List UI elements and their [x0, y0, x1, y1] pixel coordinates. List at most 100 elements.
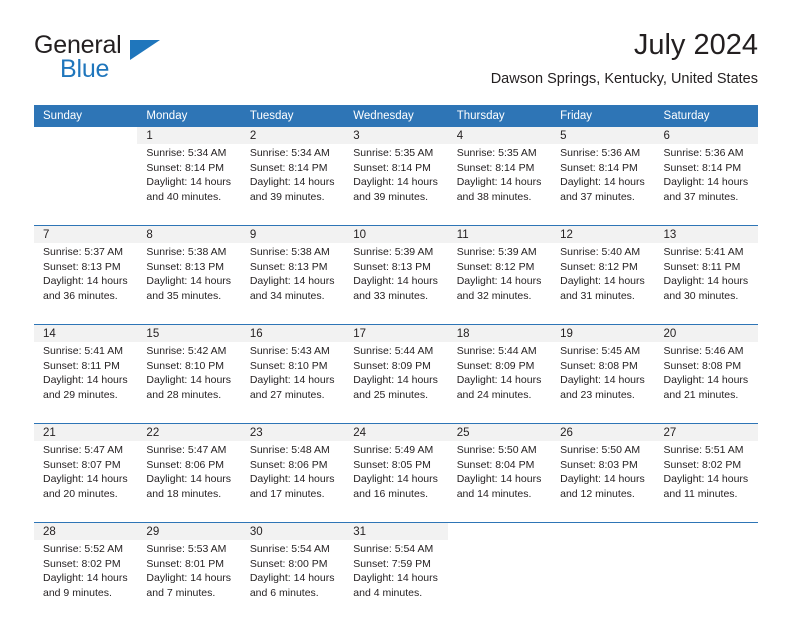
day-details-31[interactable]: Sunrise: 5:54 AM Sunset: 7:59 PM Daylight:…: [344, 540, 448, 610]
day-number-19[interactable]: 19: [551, 324, 655, 342]
week-daynumber-row: 7 8 9 10 11 12 13: [34, 225, 758, 243]
day-details-29[interactable]: Sunrise: 5:53 AM Sunset: 8:01 PM Daylight:…: [137, 540, 241, 610]
day-detail-line: Sunset: 8:01 PM: [146, 557, 225, 570]
weekday-header-thursday: Thursday: [447, 105, 552, 127]
day-number-11[interactable]: 11: [447, 225, 552, 243]
day-details-9[interactable]: Sunrise: 5:38 AM Sunset: 8:13 PM Daylight:…: [240, 243, 345, 313]
weekday-header-tuesday: Tuesday: [240, 105, 345, 127]
day-details-11[interactable]: Sunrise: 5:39 AM Sunset: 8:12 PM Daylight:…: [447, 243, 552, 313]
day-detail-line: Daylight: 14 hours: [146, 572, 232, 585]
day-number-30[interactable]: 30: [240, 522, 345, 540]
day-number-31[interactable]: 31: [344, 522, 448, 540]
day-detail-line: Daylight: 14 hours: [146, 374, 232, 387]
day-number-27[interactable]: 27: [654, 423, 758, 441]
day-details-22[interactable]: Sunrise: 5:47 AM Sunset: 8:06 PM Daylight:…: [137, 441, 241, 511]
day-detail-line: and 14 minutes.: [456, 487, 532, 500]
day-details-24[interactable]: Sunrise: 5:49 AM Sunset: 8:05 PM Daylight:…: [344, 441, 448, 511]
day-number-9[interactable]: 9: [240, 225, 345, 243]
day-details-8[interactable]: Sunrise: 5:38 AM Sunset: 8:13 PM Daylight:…: [137, 243, 241, 313]
day-details-20[interactable]: Sunrise: 5:46 AM Sunset: 8:08 PM Daylight:…: [654, 342, 758, 412]
day-number-1[interactable]: 1: [137, 127, 241, 144]
day-details-26[interactable]: Sunrise: 5:50 AM Sunset: 8:03 PM Daylight:…: [551, 441, 655, 511]
day-details-15[interactable]: Sunrise: 5:42 AM Sunset: 8:10 PM Daylight:…: [137, 342, 241, 412]
day-details-empty: [654, 540, 758, 610]
day-detail-line: and 21 minutes.: [663, 388, 739, 401]
day-number-8[interactable]: 8: [137, 225, 241, 243]
day-number-20[interactable]: 20: [654, 324, 758, 342]
day-detail-line: Daylight: 14 hours: [249, 473, 335, 486]
day-detail-line: Sunset: 8:00 PM: [249, 557, 328, 570]
day-number-16[interactable]: 16: [240, 324, 345, 342]
day-details-4[interactable]: Sunrise: 5:35 AM Sunset: 8:14 PM Daylight:…: [447, 144, 552, 214]
day-number-21[interactable]: 21: [34, 423, 138, 441]
day-number-13[interactable]: 13: [654, 225, 758, 243]
day-number-17[interactable]: 17: [344, 324, 448, 342]
day-number-6[interactable]: 6: [654, 127, 758, 144]
day-number-3[interactable]: 3: [344, 127, 448, 144]
day-detail-line: Sunset: 8:12 PM: [456, 260, 535, 273]
day-detail-line: Sunrise: 5:54 AM: [353, 543, 434, 555]
day-details-28[interactable]: Sunrise: 5:52 AM Sunset: 8:02 PM Daylight:…: [34, 540, 138, 610]
day-details-1[interactable]: Sunrise: 5:34 AM Sunset: 8:14 PM Daylight:…: [137, 144, 241, 214]
day-details-27[interactable]: Sunrise: 5:51 AM Sunset: 8:02 PM Daylight:…: [654, 441, 758, 511]
day-number-25[interactable]: 25: [447, 423, 552, 441]
day-details-18[interactable]: Sunrise: 5:44 AM Sunset: 8:09 PM Daylight:…: [447, 342, 552, 412]
day-detail-line: and 35 minutes.: [146, 289, 222, 302]
day-detail-line: Daylight: 14 hours: [560, 176, 645, 189]
day-number-5[interactable]: 5: [551, 127, 655, 144]
day-number-7[interactable]: 7: [34, 225, 138, 243]
day-detail-line: Sunrise: 5:36 AM: [560, 147, 641, 159]
day-number-empty: [34, 127, 138, 144]
day-details-7[interactable]: Sunrise: 5:37 AM Sunset: 8:13 PM Daylight:…: [34, 243, 138, 313]
day-detail-line: Sunrise: 5:43 AM: [249, 345, 330, 357]
day-details-30[interactable]: Sunrise: 5:54 AM Sunset: 8:00 PM Daylight:…: [240, 540, 345, 610]
day-detail-line: Daylight: 14 hours: [456, 275, 542, 288]
day-detail-line: Daylight: 14 hours: [560, 374, 645, 387]
day-detail-line: Sunset: 8:07 PM: [43, 458, 121, 471]
day-details-23[interactable]: Sunrise: 5:48 AM Sunset: 8:06 PM Daylight:…: [240, 441, 345, 511]
day-details-13[interactable]: Sunrise: 5:41 AM Sunset: 8:11 PM Daylight:…: [654, 243, 758, 313]
day-detail-line: Sunset: 8:02 PM: [43, 557, 121, 570]
day-details-21[interactable]: Sunrise: 5:47 AM Sunset: 8:07 PM Daylight:…: [34, 441, 138, 511]
weekday-header-sunday: Sunday: [34, 105, 138, 127]
day-detail-line: and 34 minutes.: [249, 289, 325, 302]
day-number-4[interactable]: 4: [447, 127, 552, 144]
day-number-14[interactable]: 14: [34, 324, 138, 342]
day-details-16[interactable]: Sunrise: 5:43 AM Sunset: 8:10 PM Daylight:…: [240, 342, 345, 412]
day-number-24[interactable]: 24: [344, 423, 448, 441]
day-details-3[interactable]: Sunrise: 5:35 AM Sunset: 8:14 PM Daylight:…: [344, 144, 448, 214]
day-number-18[interactable]: 18: [447, 324, 552, 342]
week-detail-row: Sunrise: 5:41 AM Sunset: 8:11 PM Daylight:…: [34, 342, 758, 412]
day-number-12[interactable]: 12: [551, 225, 655, 243]
day-number-26[interactable]: 26: [551, 423, 655, 441]
day-number-29[interactable]: 29: [137, 522, 241, 540]
day-detail-line: Daylight: 14 hours: [353, 176, 438, 189]
day-detail-line: and 31 minutes.: [560, 289, 635, 302]
day-details-25[interactable]: Sunrise: 5:50 AM Sunset: 8:04 PM Daylight:…: [447, 441, 552, 511]
day-number-15[interactable]: 15: [137, 324, 241, 342]
day-details-5[interactable]: Sunrise: 5:36 AM Sunset: 8:14 PM Daylight:…: [551, 144, 655, 214]
day-number-10[interactable]: 10: [344, 225, 448, 243]
day-details-10[interactable]: Sunrise: 5:39 AM Sunset: 8:13 PM Daylight:…: [344, 243, 448, 313]
day-number-28[interactable]: 28: [34, 522, 138, 540]
week-daynumber-row: 14 15 16 17 18 19 20: [34, 324, 758, 342]
day-number-23[interactable]: 23: [240, 423, 345, 441]
day-detail-line: Daylight: 14 hours: [249, 275, 335, 288]
day-detail-line: and 29 minutes.: [43, 388, 118, 401]
day-details-19[interactable]: Sunrise: 5:45 AM Sunset: 8:08 PM Daylight:…: [551, 342, 655, 412]
day-detail-line: Sunset: 8:14 PM: [353, 161, 431, 174]
day-details-14[interactable]: Sunrise: 5:41 AM Sunset: 8:11 PM Daylight:…: [34, 342, 138, 412]
day-number-22[interactable]: 22: [137, 423, 241, 441]
day-details-17[interactable]: Sunrise: 5:44 AM Sunset: 8:09 PM Daylight:…: [344, 342, 448, 412]
day-detail-line: Sunrise: 5:39 AM: [456, 246, 537, 258]
day-detail-line: Sunrise: 5:34 AM: [249, 147, 330, 159]
day-details-6[interactable]: Sunrise: 5:36 AM Sunset: 8:14 PM Daylight:…: [654, 144, 758, 214]
day-details-empty: [447, 540, 552, 610]
calendar-table: Sunday Monday Tuesday Wednesday Thursday…: [34, 105, 758, 621]
day-details-12[interactable]: Sunrise: 5:40 AM Sunset: 8:12 PM Daylight:…: [551, 243, 655, 313]
day-number-2[interactable]: 2: [240, 127, 345, 144]
day-detail-line: Daylight: 14 hours: [353, 473, 438, 486]
day-details-2[interactable]: Sunrise: 5:34 AM Sunset: 8:14 PM Daylight:…: [240, 144, 345, 214]
day-details-empty: [551, 540, 655, 610]
day-detail-line: Sunset: 8:13 PM: [146, 260, 225, 273]
